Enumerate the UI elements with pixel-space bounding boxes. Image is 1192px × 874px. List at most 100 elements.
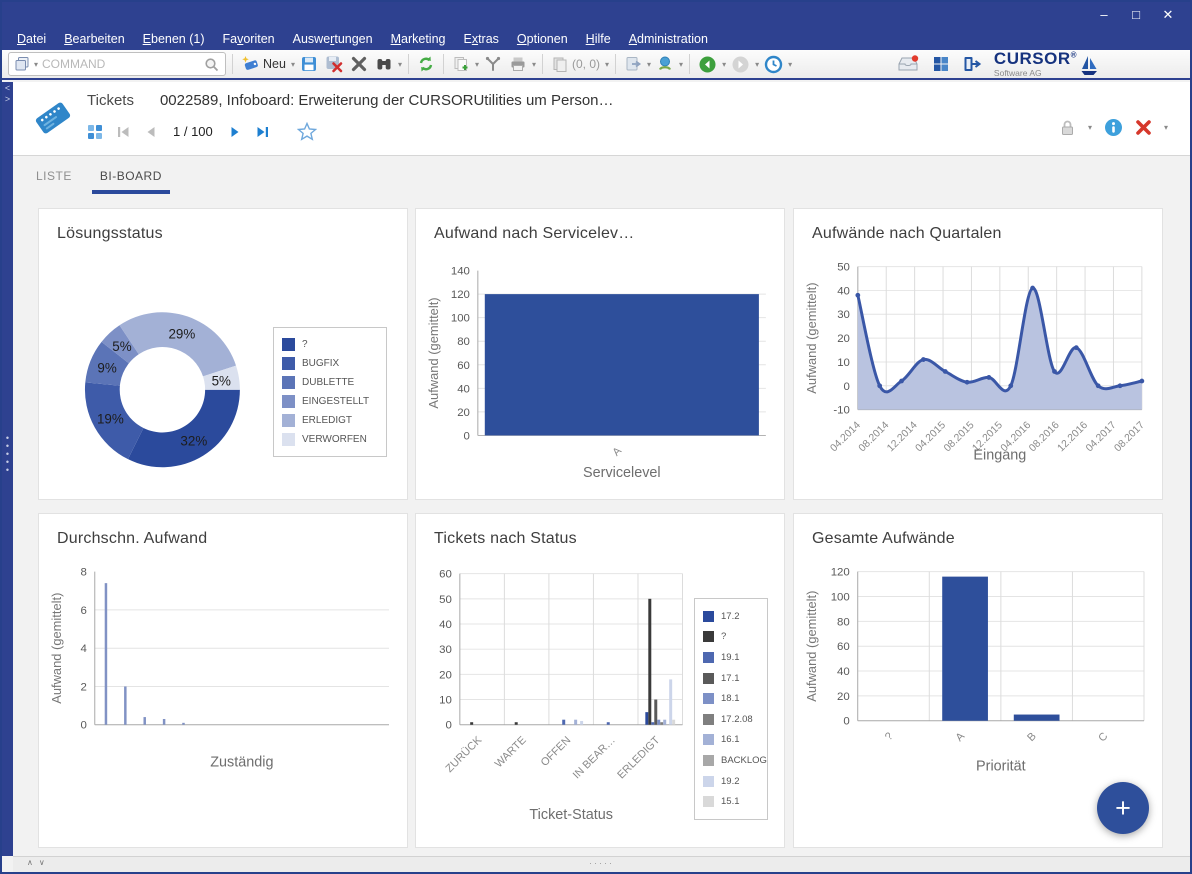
bar-chart: 02468ZuständigAufwand (gemittelt) — [39, 514, 407, 847]
menu-item-extras[interactable]: Extras — [454, 28, 507, 50]
layout-switch-icon[interactable] — [932, 55, 950, 73]
add-fab-button[interactable]: + — [1097, 782, 1149, 834]
scroll-down-icon[interactable]: ∨ — [39, 858, 51, 867]
bar — [654, 700, 657, 725]
geo-button[interactable] — [654, 53, 676, 75]
tab-liste[interactable]: LISTE — [28, 164, 80, 194]
legend-item: ERLEDIGT — [282, 414, 378, 427]
svg-text:08.2016: 08.2016 — [1027, 420, 1062, 455]
previous-record-button[interactable] — [144, 125, 158, 139]
menu-item-auswertungen[interactable]: Auswertungen — [284, 28, 382, 50]
menu-item-bearbeiten[interactable]: Bearbeiten — [55, 28, 133, 50]
svg-text:100: 100 — [451, 313, 470, 325]
bar — [562, 720, 565, 725]
svg-text:4: 4 — [80, 643, 87, 655]
print-button[interactable] — [507, 53, 529, 75]
find-button[interactable] — [373, 53, 395, 75]
merge-icon — [484, 55, 502, 73]
record-navigation: 1 / 100 — [87, 122, 317, 141]
close-dropdown-icon[interactable]: ▾ — [1164, 123, 1168, 132]
bar — [942, 577, 988, 721]
svg-text:50: 50 — [837, 262, 850, 274]
pages-dropdown-icon[interactable]: ▾ — [605, 60, 609, 69]
export-button[interactable] — [622, 53, 644, 75]
back-button[interactable] — [696, 53, 719, 76]
inbox-notification-icon[interactable] — [896, 54, 920, 74]
menu-item-administration[interactable]: Administration — [620, 28, 717, 50]
delete-button[interactable] — [348, 53, 370, 75]
bar — [485, 294, 759, 435]
print-dropdown-icon[interactable]: ▾ — [532, 60, 536, 69]
svg-text:04.2017: 04.2017 — [1084, 420, 1119, 455]
svg-text:Aufwand (gemittelt): Aufwand (gemittelt) — [49, 593, 64, 704]
maximize-button[interactable]: □ — [1120, 2, 1152, 28]
legend-item: 17.1 — [703, 673, 759, 684]
copy-add-button[interactable] — [450, 53, 472, 75]
command-box[interactable]: ▾ — [8, 52, 226, 76]
save-cancel-button[interactable] — [323, 53, 345, 75]
first-record-button[interactable] — [116, 125, 131, 139]
layers-icon[interactable] — [14, 56, 30, 72]
back-dropdown-icon[interactable]: ▾ — [722, 60, 726, 69]
svg-text:-10: -10 — [833, 405, 850, 417]
globe-user-icon — [656, 55, 674, 73]
lock-icon[interactable] — [1059, 119, 1076, 137]
svg-text:10: 10 — [439, 695, 452, 707]
new-dropdown-icon[interactable]: ▾ — [291, 60, 295, 69]
toolbar-separator — [542, 54, 543, 74]
close-window-button[interactable]: ✕ — [1152, 2, 1184, 28]
legend-item: EINGESTELLT — [282, 395, 378, 408]
area-chart: -100102030405004.201408.201412.201404.20… — [794, 209, 1162, 499]
menu-item-favoriten[interactable]: Favoriten — [214, 28, 284, 50]
export-dropdown-icon[interactable]: ▾ — [647, 60, 651, 69]
search-icon[interactable] — [203, 56, 220, 73]
bottom-scrollbar: ∧∨ ····· — [13, 856, 1190, 872]
menu-item-hilfe[interactable]: Hilfe — [577, 28, 620, 50]
chevron-down-icon[interactable]: ▾ — [34, 60, 38, 69]
bar — [648, 599, 651, 725]
menu-item-optionen[interactable]: Optionen — [508, 28, 577, 50]
find-dropdown-icon[interactable]: ▾ — [398, 60, 402, 69]
svg-text:0: 0 — [464, 430, 470, 442]
merge-button[interactable] — [482, 53, 504, 75]
grid-view-icon[interactable] — [87, 124, 103, 140]
favorite-star-icon[interactable] — [297, 122, 317, 141]
refresh-button[interactable] — [415, 53, 437, 75]
scroll-up-icon[interactable]: ∧ — [27, 858, 39, 867]
history-clock-icon — [764, 55, 783, 74]
binoculars-icon — [375, 55, 393, 73]
next-record-button[interactable] — [228, 125, 242, 139]
splitter-grip[interactable]: ····· — [589, 858, 614, 868]
last-record-button[interactable] — [255, 125, 270, 139]
record-header-actions: ▾ ▾ — [1059, 118, 1168, 137]
logout-icon[interactable] — [962, 55, 982, 73]
forward-dropdown-icon[interactable]: ▾ — [755, 60, 759, 69]
svg-text:ERLEDIGT: ERLEDIGT — [615, 734, 662, 781]
save-button[interactable] — [298, 53, 320, 75]
menu-item-marketing[interactable]: Marketing — [382, 28, 455, 50]
clipboard-pages-button[interactable]: (0, 0) — [549, 53, 602, 75]
command-input[interactable] — [42, 57, 199, 71]
tab-bi-board[interactable]: BI-BOARD — [92, 164, 170, 194]
info-icon[interactable] — [1104, 118, 1123, 137]
collapse-left-icon[interactable]: < — [2, 84, 13, 93]
copy-dropdown-icon[interactable]: ▾ — [475, 60, 479, 69]
toolbar-separator — [443, 54, 444, 74]
legend-swatch — [703, 693, 714, 704]
expand-right-icon[interactable]: > — [2, 95, 13, 104]
history-button[interactable] — [762, 53, 785, 76]
history-dropdown-icon[interactable]: ▾ — [788, 60, 792, 69]
strip-drag-handle[interactable]: ••••• — [2, 434, 13, 474]
menu-item-datei[interactable]: Datei — [8, 28, 55, 50]
chart-title: Aufwand nach Servicelev… — [434, 225, 634, 243]
new-button[interactable]: Neu — [239, 53, 288, 75]
svg-text:Aufwand (gemittelt): Aufwand (gemittelt) — [804, 591, 819, 702]
menu-item-ebenen-1[interactable]: Ebenen (1) — [134, 28, 214, 50]
lock-dropdown-icon[interactable]: ▾ — [1088, 123, 1092, 132]
copy-add-icon — [452, 55, 470, 73]
minimize-button[interactable]: – — [1088, 2, 1120, 28]
close-record-icon[interactable] — [1135, 119, 1152, 136]
legend-swatch — [282, 414, 295, 427]
geo-dropdown-icon[interactable]: ▾ — [679, 60, 683, 69]
forward-button[interactable] — [729, 53, 752, 76]
